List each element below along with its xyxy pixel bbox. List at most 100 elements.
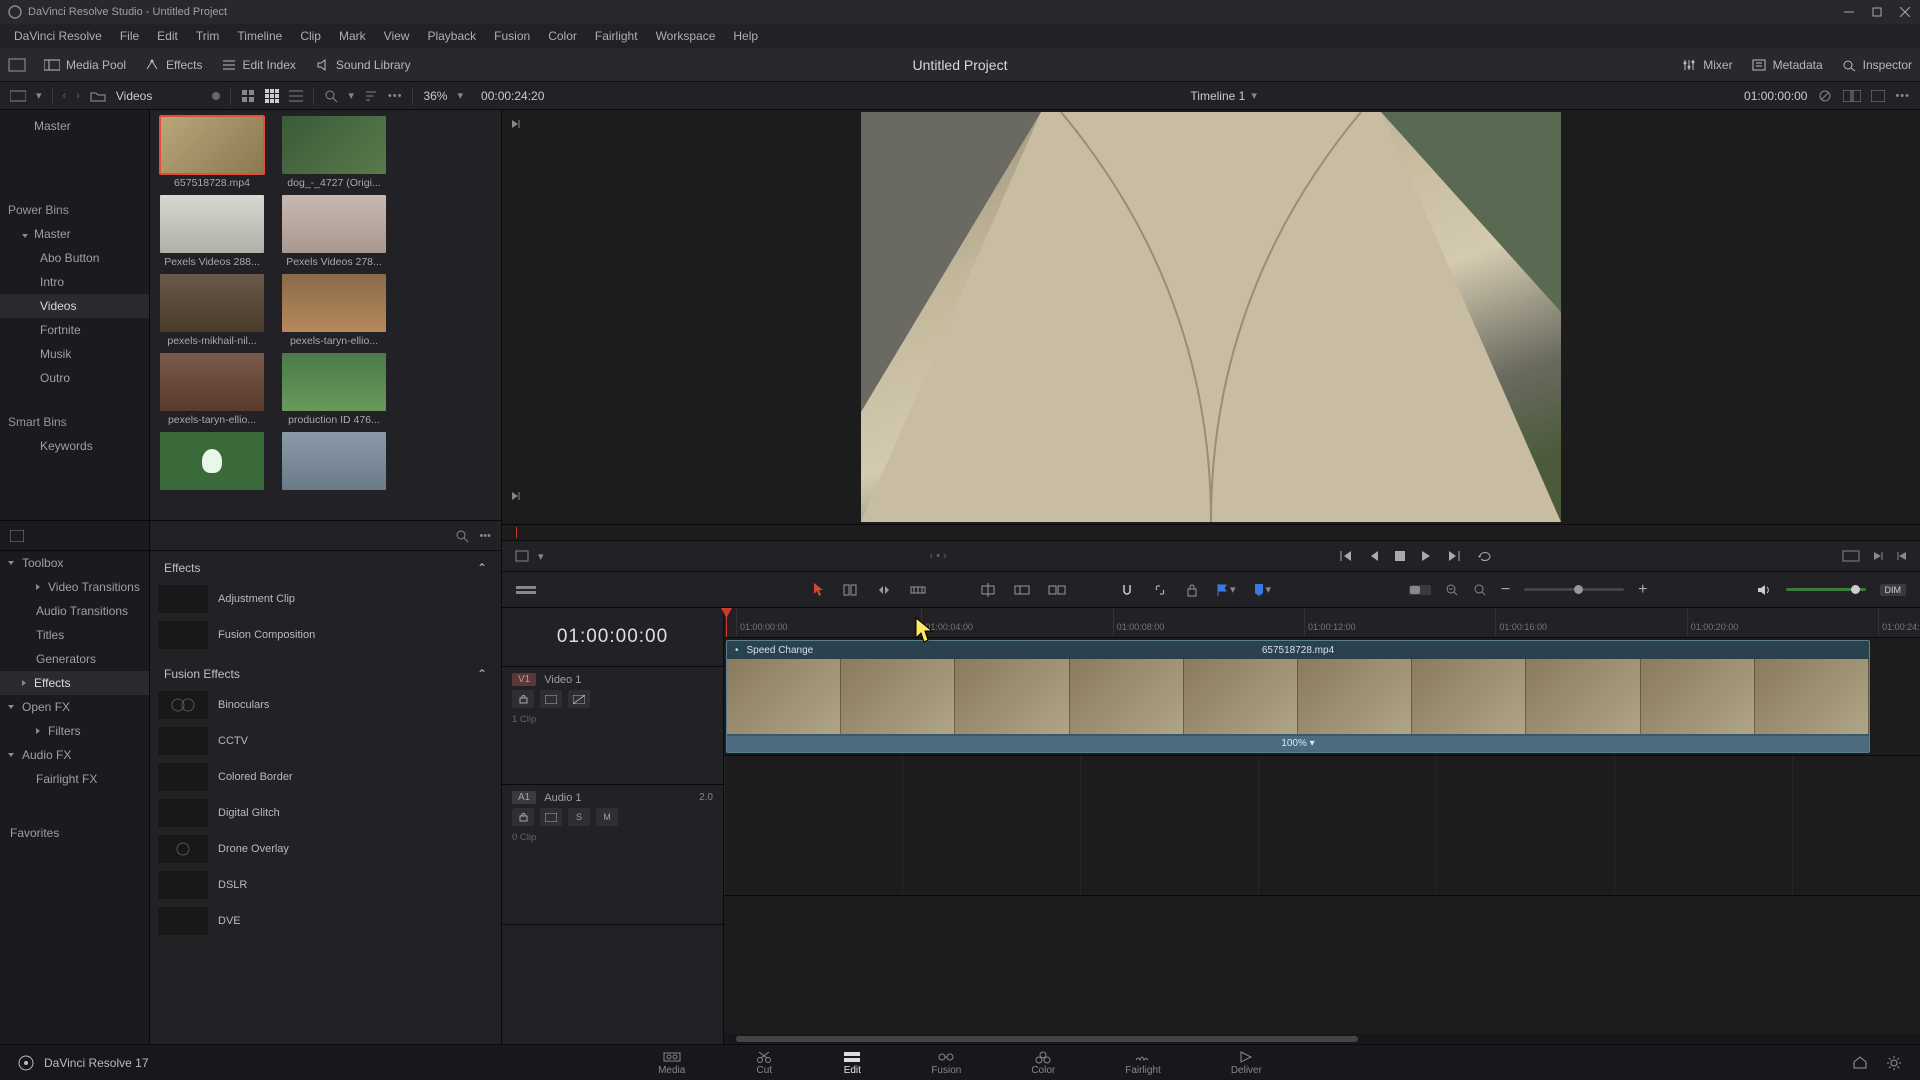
fx-cat-item[interactable]: Generators bbox=[0, 647, 149, 671]
bin-item[interactable]: Fortnite bbox=[0, 318, 149, 342]
next-edit-icon[interactable] bbox=[510, 490, 522, 502]
more-icon[interactable]: ••• bbox=[1895, 90, 1910, 102]
video-track-header[interactable]: V1Video 1 1 Clip bbox=[502, 667, 723, 785]
bins-smart-header[interactable]: Smart Bins bbox=[0, 410, 149, 434]
menu-item[interactable]: Help bbox=[725, 26, 766, 46]
menu-item[interactable]: File bbox=[112, 26, 147, 46]
timeline-clip[interactable]: •Speed Change657518728.mp4 100% ▾ bbox=[726, 640, 1870, 753]
fx-cat-item[interactable]: Fairlight FX bbox=[0, 767, 149, 791]
bin-item-videos[interactable]: Videos bbox=[0, 294, 149, 318]
fx-cat-audiofx[interactable]: Audio FX bbox=[0, 743, 149, 767]
clip-thumbnail[interactable]: dog_-_4727 (Origi... bbox=[282, 116, 386, 189]
next-edit-icon[interactable] bbox=[510, 118, 522, 130]
jog-indicator-icon[interactable]: ‹ • › bbox=[929, 550, 946, 562]
blade-tool-icon[interactable] bbox=[910, 583, 926, 597]
fx-cat-favorites[interactable]: Favorites bbox=[0, 821, 149, 845]
minimize-button[interactable] bbox=[1842, 5, 1856, 19]
match-frame-icon[interactable] bbox=[1842, 550, 1860, 562]
zoom-slider[interactable] bbox=[1524, 588, 1624, 591]
timeline-ruler[interactable]: 01:00:00:00 01:00:04:00 01:00:08:00 01:0… bbox=[724, 608, 1920, 638]
page-color[interactable]: Color bbox=[1031, 1050, 1055, 1076]
view-metadata-icon[interactable] bbox=[241, 89, 255, 103]
close-button[interactable] bbox=[1898, 5, 1912, 19]
clip-thumbnail[interactable] bbox=[282, 432, 386, 493]
chevron-down-icon[interactable]: ▾ bbox=[348, 89, 354, 102]
replace-clip-icon[interactable] bbox=[1048, 583, 1066, 597]
audio-track[interactable] bbox=[724, 756, 1920, 896]
track-disable-button[interactable] bbox=[568, 690, 590, 708]
volume-slider[interactable] bbox=[1786, 588, 1866, 591]
timeline-view-options-icon[interactable] bbox=[516, 583, 536, 597]
fx-item[interactable]: Binoculars bbox=[150, 687, 501, 723]
zoom-out-button[interactable]: − bbox=[1501, 581, 1510, 599]
clip-thumbnail[interactable]: pexels-mikhail-nil... bbox=[160, 274, 264, 347]
bypass-icon[interactable] bbox=[1817, 89, 1833, 103]
zoom-full-icon[interactable] bbox=[1445, 583, 1459, 597]
dim-button[interactable]: DIM bbox=[1880, 584, 1907, 596]
zoom-toggle-icon[interactable] bbox=[1409, 583, 1431, 597]
nav-fwd-icon[interactable]: › bbox=[76, 90, 80, 102]
fx-cat-item[interactable]: Video Transitions bbox=[0, 575, 149, 599]
fx-item[interactable]: DVE bbox=[150, 903, 501, 939]
menu-item[interactable]: Playback bbox=[419, 26, 484, 46]
dual-viewer-icon[interactable] bbox=[1843, 90, 1861, 102]
track-mute-button[interactable]: M bbox=[596, 808, 618, 826]
clip-thumbnail[interactable]: Pexels Videos 288... bbox=[160, 195, 264, 268]
bin-item[interactable]: Outro bbox=[0, 366, 149, 390]
menu-item[interactable]: Workspace bbox=[648, 26, 724, 46]
track-lock-button[interactable] bbox=[512, 690, 534, 708]
bin-master[interactable]: Master bbox=[0, 114, 149, 138]
page-media[interactable]: Media bbox=[658, 1050, 685, 1076]
track-solo-button[interactable]: S bbox=[568, 808, 590, 826]
speed-percent[interactable]: 100% ▾ bbox=[727, 736, 1869, 752]
menu-item[interactable]: DaVinci Resolve bbox=[6, 26, 110, 46]
flag-icon[interactable]: ▾ bbox=[1216, 583, 1236, 597]
transform-overlay-icon[interactable] bbox=[514, 549, 530, 563]
fx-item[interactable]: DSLR bbox=[150, 867, 501, 903]
page-cut[interactable]: Cut bbox=[755, 1050, 773, 1076]
more-icon[interactable]: ••• bbox=[388, 90, 403, 102]
fx-item[interactable]: Adjustment Clip bbox=[150, 581, 501, 617]
track-auto-select-button[interactable] bbox=[540, 690, 562, 708]
clip-thumbnail[interactable]: Pexels Videos 278... bbox=[282, 195, 386, 268]
chevron-down-icon[interactable]: ▾ bbox=[538, 550, 544, 563]
mark-in-icon[interactable] bbox=[1896, 550, 1908, 562]
editindex-toggle[interactable]: Edit Index bbox=[221, 58, 296, 72]
menu-item[interactable]: Edit bbox=[149, 26, 186, 46]
more-icon[interactable]: ••• bbox=[479, 530, 491, 542]
zoom-in-button[interactable]: + bbox=[1638, 581, 1647, 599]
timeline-scrollbar[interactable] bbox=[724, 1034, 1920, 1044]
fx-item[interactable]: Digital Glitch bbox=[150, 795, 501, 831]
view-list-icon[interactable] bbox=[289, 89, 303, 103]
stop-button[interactable] bbox=[1395, 551, 1405, 561]
fx-group-header[interactable]: Fusion Effects⌃ bbox=[150, 661, 501, 687]
play-button[interactable] bbox=[1421, 550, 1431, 562]
prev-frame-button[interactable] bbox=[1369, 550, 1379, 562]
menu-item[interactable]: Color bbox=[540, 26, 585, 46]
clip-thumbnail[interactable]: pexels-taryn-ellio... bbox=[160, 353, 264, 426]
fx-cat-item[interactable]: Titles bbox=[0, 623, 149, 647]
fx-item[interactable]: Fusion Composition bbox=[150, 617, 501, 653]
playhead[interactable] bbox=[726, 608, 727, 637]
menu-item[interactable]: Mark bbox=[331, 26, 374, 46]
video-track[interactable]: •Speed Change657518728.mp4 100% ▾ bbox=[724, 638, 1920, 756]
chevron-down-icon[interactable]: ▾ bbox=[1251, 89, 1257, 102]
menu-item[interactable]: Trim bbox=[188, 26, 228, 46]
nav-back-icon[interactable]: ‹ bbox=[63, 90, 67, 102]
bin-item[interactable]: Intro bbox=[0, 270, 149, 294]
search-icon[interactable] bbox=[324, 89, 338, 103]
page-fairlight[interactable]: Fairlight bbox=[1125, 1050, 1161, 1076]
clip-thumbnail[interactable]: pexels-taryn-ellio... bbox=[282, 274, 386, 347]
dynamic-trim-icon[interactable] bbox=[876, 583, 892, 597]
viewer-scrubber[interactable] bbox=[502, 524, 1920, 540]
clip-thumbnail[interactable]: 657518728.mp4 bbox=[160, 116, 264, 189]
fx-item[interactable]: CCTV bbox=[150, 723, 501, 759]
search-icon[interactable] bbox=[455, 529, 469, 543]
timecode-display[interactable]: 01:00:00:00 bbox=[502, 608, 723, 667]
track-tag[interactable]: V1 bbox=[512, 673, 536, 686]
mixer-toggle[interactable]: Mixer bbox=[1681, 58, 1732, 72]
bin-layout-icon[interactable] bbox=[10, 89, 26, 103]
menu-item[interactable]: Clip bbox=[292, 26, 329, 46]
chevron-down-icon[interactable]: ▾ bbox=[457, 89, 463, 102]
track-lock-button[interactable] bbox=[512, 808, 534, 826]
